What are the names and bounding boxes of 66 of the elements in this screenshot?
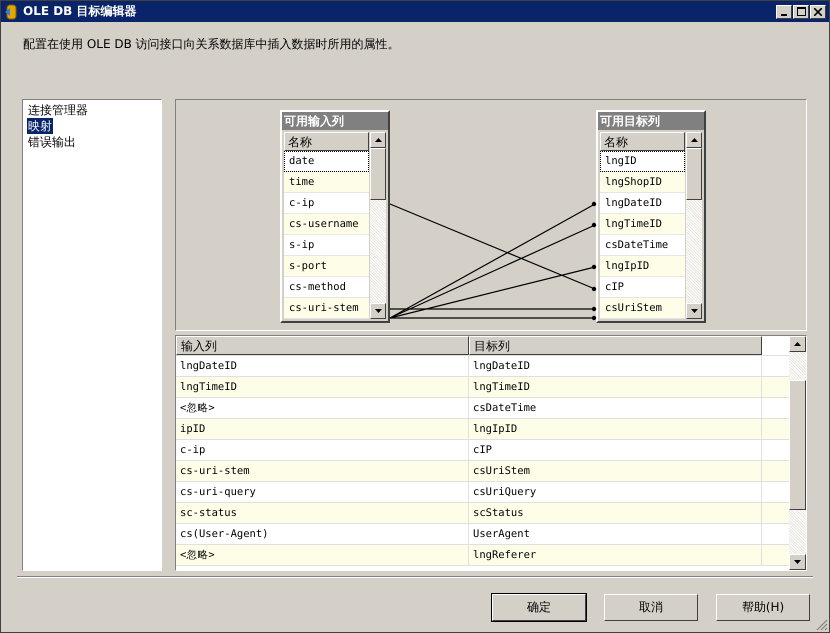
table-cell[interactable]: UserAgent xyxy=(469,524,762,544)
maximize-button[interactable] xyxy=(793,4,809,18)
column-list-item[interactable]: lngIpID xyxy=(600,256,685,277)
table-cell[interactable]: sc-status xyxy=(176,503,469,523)
column-list-title: 可用输入列 xyxy=(282,112,388,130)
table-cell[interactable]: c-ip xyxy=(176,440,469,460)
table-cell[interactable]: scStatus xyxy=(469,503,762,523)
column-list-item[interactable]: csDateTime xyxy=(600,235,685,256)
dialog-button[interactable]: 确定 xyxy=(492,594,586,621)
scroll-down-icon[interactable] xyxy=(374,309,382,313)
column-list-item[interactable]: lngDateID xyxy=(600,193,685,214)
page-list-item[interactable]: 映射 xyxy=(27,118,53,134)
column-header: 名称 xyxy=(600,132,685,151)
column-list-item[interactable]: lngTimeID xyxy=(600,214,685,235)
column-list-item[interactable]: s-port xyxy=(284,256,369,277)
column-header: 名称 xyxy=(284,132,369,151)
table-cell[interactable]: csUriQuery xyxy=(469,482,762,502)
page-list-item[interactable]: 错误输出 xyxy=(27,134,77,150)
scrollbar[interactable] xyxy=(686,132,702,319)
column-list-item[interactable]: lngID xyxy=(600,151,685,172)
table-cell[interactable]: csUriStem xyxy=(469,461,762,481)
table-cell[interactable]: <忽略> xyxy=(176,545,469,565)
scroll-down-icon[interactable] xyxy=(794,560,801,564)
window-title: OLE DB 目标编辑器 xyxy=(23,3,137,20)
column-list-title: 可用目标列 xyxy=(598,112,704,130)
table-cell[interactable]: ipID xyxy=(176,419,469,439)
scroll-up-icon[interactable] xyxy=(794,342,801,346)
description-text: 配置在使用 OLE DB 访问接口向关系数据库中插入数据时所用的属性。 xyxy=(23,37,400,51)
column-list-item[interactable]: s-ip xyxy=(284,235,369,256)
maximize-icon xyxy=(796,7,806,16)
table-cell[interactable]: lngIpID xyxy=(469,419,762,439)
table-cell[interactable]: cIP xyxy=(469,440,762,460)
column-list-item[interactable]: csUriStem xyxy=(600,298,685,319)
dialog-button[interactable]: 帮助(H) xyxy=(716,594,810,621)
table-cell[interactable]: lngReferer xyxy=(469,545,762,565)
column-header[interactable]: 输入列 xyxy=(176,336,469,355)
table-cell[interactable]: lngTimeID xyxy=(176,377,469,397)
table-cell[interactable]: cs(User-Agent) xyxy=(176,524,469,544)
column-list-item[interactable]: lngShopID xyxy=(600,172,685,193)
column-list-item[interactable]: cs-method xyxy=(284,277,369,298)
table-cell[interactable]: <忽略> xyxy=(176,398,469,418)
scrollbar[interactable] xyxy=(370,132,386,319)
page-list-item[interactable]: 连接管理器 xyxy=(27,102,89,118)
table-cell[interactable]: csDateTime xyxy=(469,398,762,418)
minimize-icon xyxy=(781,14,787,16)
table-cell[interactable]: lngTimeID xyxy=(469,377,762,397)
scrollbar[interactable] xyxy=(789,336,806,570)
column-list-item[interactable]: cIP xyxy=(600,277,685,298)
scroll-up-icon[interactable] xyxy=(374,138,382,142)
table-cell[interactable]: cs-uri-stem xyxy=(176,461,469,481)
minimize-button[interactable] xyxy=(776,4,792,18)
scroll-up-icon[interactable] xyxy=(690,138,698,142)
resize-grip-icon[interactable] xyxy=(816,619,828,631)
table-cell[interactable]: lngDateID xyxy=(469,356,762,376)
scroll-down-icon[interactable] xyxy=(690,309,698,313)
column-header[interactable]: 目标列 xyxy=(469,336,762,355)
column-list-item[interactable]: cs-username xyxy=(284,214,369,235)
close-button[interactable] xyxy=(810,4,826,18)
table-cell[interactable]: lngDateID xyxy=(176,356,469,376)
column-list-item[interactable]: cs-uri-stem xyxy=(284,298,369,319)
column-list-item[interactable]: time xyxy=(284,172,369,193)
dialog-button[interactable]: 取消 xyxy=(604,594,698,621)
table-cell[interactable]: cs-uri-query xyxy=(176,482,469,502)
column-list-item[interactable]: c-ip xyxy=(284,193,369,214)
column-list-item[interactable]: date xyxy=(284,151,369,172)
close-icon xyxy=(814,8,822,16)
